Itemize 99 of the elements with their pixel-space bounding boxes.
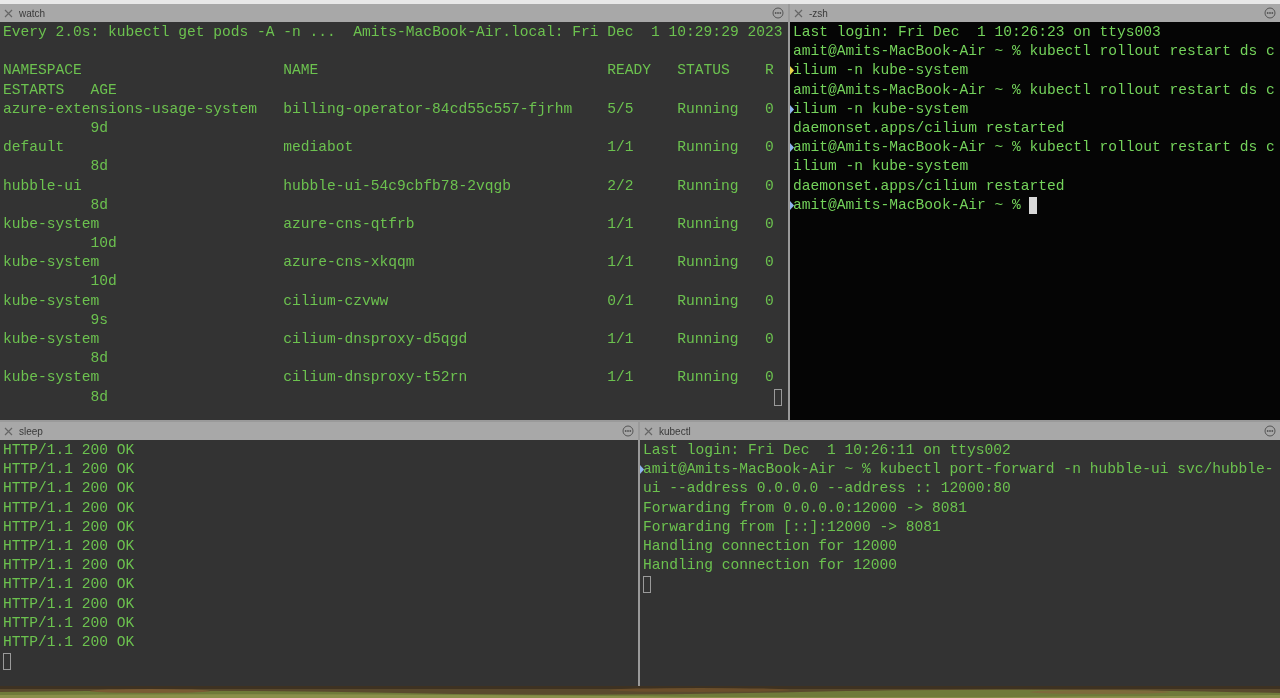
ready-cell-text: 1/1: [607, 214, 635, 234]
terminal-line: daemonset.apps/cilium restarted: [793, 176, 1065, 196]
restarts-cell-text: 0: [764, 291, 775, 311]
age-cell: 8d: [90, 387, 109, 407]
terminal-line: Handling connection for 12000: [643, 536, 897, 556]
terminal-line: amit@Amits-MacBook-Air ~ %: [793, 195, 1021, 215]
age-cell: 8d: [90, 195, 109, 215]
terminal-line: ilium -n kube-system: [793, 157, 969, 177]
terminal-pane[interactable]: [640, 422, 1280, 686]
ready-cell-text: 1/1: [607, 138, 635, 158]
status-cell-text: Running: [677, 330, 740, 349]
restarts-cell-text: 0: [764, 330, 775, 349]
pod-name-cell-text: azure-cns-xkqqm: [283, 253, 416, 273]
terminal-line: HTTP/1.1 200 OK: [3, 575, 135, 595]
more-icon[interactable]: [1264, 425, 1276, 437]
namespace-cell-text: kube-system: [3, 214, 101, 234]
status-cell-text: Running: [677, 99, 740, 119]
terminal-line: Forwarding from [::]:12000 -> 8081: [643, 517, 941, 537]
ready-cell-text: 0/1: [607, 291, 635, 311]
pane-title: watch: [19, 7, 47, 19]
pod-name-cell-text: cilium-dnsproxy-t52rn: [283, 368, 469, 388]
more-icon[interactable]: [772, 7, 784, 19]
terminal-line: HTTP/1.1 200 OK: [3, 479, 135, 499]
terminal-line: HTTP/1.1 200 OK: [3, 460, 135, 480]
terminal-line: amit@Amits-MacBook-Air ~ % kubectl rollout restart ds c: [793, 80, 1275, 100]
status-cell-text: Running: [677, 253, 740, 273]
column-header: NAMESPACE: [3, 61, 83, 81]
status-cell-text: Running: [677, 291, 740, 311]
namespace-cell-text: azure-extensions-usage-system: [3, 99, 258, 119]
column-header: R: [764, 61, 775, 81]
pod-name-cell-text: billing-operator-84cd55c557-fjrhm: [283, 99, 574, 119]
status-cell-text: Running: [677, 214, 740, 234]
restarts-cell-text: 0: [764, 138, 775, 158]
ready-cell-text: 1/1: [607, 330, 635, 349]
namespace-cell-text: kube-system: [3, 330, 101, 349]
status-cell-text: Running: [677, 368, 740, 388]
terminal-line: amit@Amits-MacBook-Air ~ % kubectl rollout restart ds c: [793, 42, 1275, 62]
terminal-pane[interactable]: [0, 4, 788, 420]
age-cell: 8d: [90, 349, 109, 369]
terminal-line: HTTP/1.1 200 OK: [3, 613, 135, 633]
pane-title: kubectl: [659, 425, 692, 437]
terminal-line: amit@Amits-MacBook-Air ~ % kubectl port-forward -n hubble-ui svc/hubble-: [643, 460, 1274, 480]
terminal-line: HTTP/1.1 200 OK: [3, 517, 135, 537]
namespace-cell-text: default: [3, 138, 66, 158]
namespace-cell-text: kube-system: [3, 291, 101, 311]
age-cell: 10d: [90, 234, 117, 254]
column-header: NAME: [283, 61, 320, 81]
terminal-line: HTTP/1.1 200 OK: [3, 632, 135, 652]
terminal-line: daemonset.apps/cilium restarted: [793, 118, 1065, 138]
pod-name-cell-text: mediabot: [283, 138, 355, 158]
pod-name-cell-text: hubble-ui-54c9cbfb78-2vqgb: [283, 176, 512, 196]
close-icon[interactable]: [644, 426, 653, 436]
terminal-line: Last login: Fri Dec 1 10:26:23 on ttys003: [793, 23, 1161, 42]
restarts-cell-text: 0: [764, 253, 775, 273]
terminal-pane[interactable]: sleep HTTP/1.1 200 OK HTTP/1.1 200 OK HTTP/1.1 200 OK HTTP/1.1 200 OK HTTP/1.1 200 OK HTTP/1.1 200 OK HTTP/1.1 200 OK HTTP/1.1 200 OK HTTP/1.1 200 OK HTTP/1.1 200 OK HTTP/1.1 200 OK: [0, 422, 638, 686]
pane-title: -zsh: [809, 7, 829, 19]
column-header: STATUS: [677, 61, 731, 81]
terminal-line: ilium -n kube-system: [793, 61, 969, 81]
restarts-cell-text: 0: [764, 176, 775, 196]
namespace-cell-text: kube-system: [3, 368, 101, 388]
pod-name-cell-text: azure-cns-qtfrb: [283, 214, 416, 234]
close-icon[interactable]: [4, 8, 13, 18]
terminal-line: Handling connection for 12000: [643, 556, 897, 576]
age-cell: 9s: [90, 310, 109, 330]
age-cell: 10d: [90, 272, 117, 292]
ready-cell-text: 1/1: [607, 253, 635, 273]
age-cell: 8d: [90, 157, 109, 177]
restarts-cell-text: 0: [764, 99, 775, 119]
namespace-cell-text: kube-system: [3, 253, 101, 273]
more-icon[interactable]: [1264, 7, 1276, 19]
terminal-line: Forwarding from 0.0.0.0:12000 -> 8081: [643, 498, 968, 518]
more-icon[interactable]: [622, 425, 634, 437]
restarts-cell-text: 0: [764, 214, 775, 234]
pod-name-cell-text: cilium-czvww: [283, 291, 390, 311]
terminal-pane[interactable]: [790, 4, 1280, 420]
terminal-line: HTTP/1.1 200 OK: [3, 536, 135, 556]
terminal-line: amit@Amits-MacBook-Air ~ % kubectl rollout restart ds c: [793, 138, 1275, 158]
terminal-line: Last login: Fri Dec 1 10:26:11 on ttys002: [643, 441, 1011, 460]
ready-cell-text: 5/5: [607, 99, 635, 119]
pod-name-cell-text: cilium-dnsproxy-d5qgd: [283, 330, 469, 349]
terminal-line: HTTP/1.1 200 OK: [3, 441, 135, 460]
close-icon[interactable]: [4, 426, 13, 436]
terminal-line: HTTP/1.1 200 OK: [3, 594, 135, 614]
age-cell-text: 9d: [90, 118, 109, 138]
ready-cell-text: 2/2: [607, 176, 635, 196]
close-icon[interactable]: [794, 8, 803, 18]
status-cell-text: Running: [677, 138, 740, 158]
column-header: READY: [607, 61, 653, 81]
ready-cell-text: 1/1: [607, 368, 635, 388]
restarts-cell-text: 0: [764, 368, 775, 388]
column-header: ESTARTS AGE: [3, 80, 117, 100]
terminal-line: HTTP/1.1 200 OK: [3, 498, 135, 518]
pane-title: sleep: [19, 425, 44, 437]
terminal-line: HTTP/1.1 200 OK: [3, 556, 135, 576]
terminal-line: ui --address 0.0.0.0 --address :: 12000:80: [643, 479, 1011, 499]
namespace-cell-text: hubble-ui: [3, 176, 83, 196]
watch-header: Every 2.0s: kubectl get pods -A -n ... Amits-MacBook-Air.local: Fri Dec 1 10:29:29 2023: [3, 23, 783, 42]
terminal-line: ilium -n kube-system: [793, 99, 969, 119]
status-cell-text: Running: [677, 176, 740, 196]
